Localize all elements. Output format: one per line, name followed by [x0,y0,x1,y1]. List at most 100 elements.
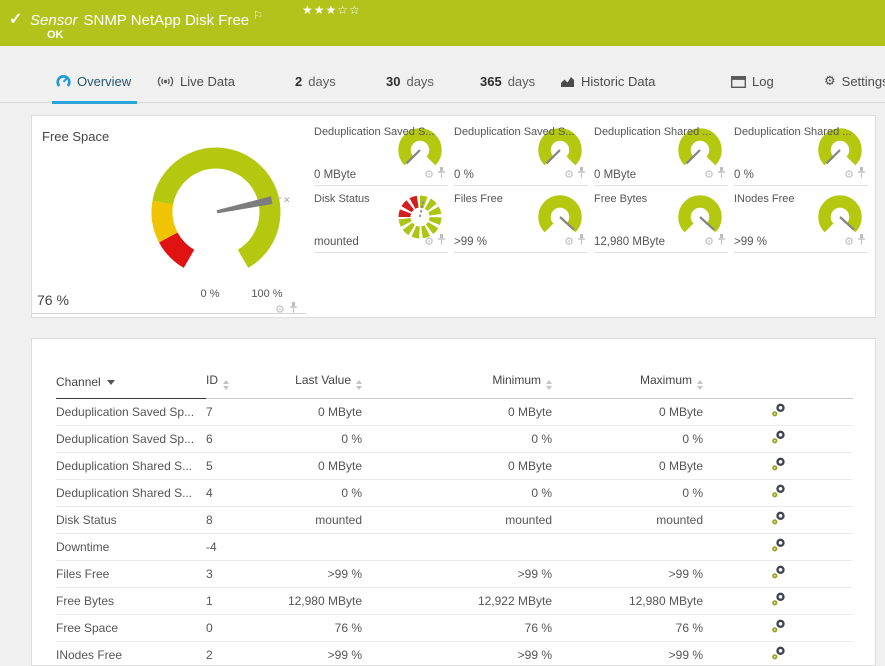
gauge-settings-gear-icon[interactable]: ⚙ [564,169,574,180]
channel-settings-icon[interactable] [771,619,786,637]
channel-maximum: 0 % [552,480,703,507]
column-header-minimum[interactable]: Minimum [362,367,552,399]
channel-name[interactable]: Disk Status [56,507,206,534]
channel-last-value: 12,980 MByte [262,588,362,615]
tab-2-days[interactable]: 2 days [295,60,336,103]
table-row: Downtime -4 [56,534,853,561]
page-title: SNMP NetApp Disk Free [84,12,250,29]
tab-overview[interactable]: Overview [56,60,131,103]
channel-settings-icon[interactable] [771,430,786,448]
channel-name[interactable]: Downtime [56,534,206,561]
channel-last-value: 0 MByte [262,453,362,480]
channel-name[interactable]: Free Space [56,615,206,642]
channel-maximum: 0 MByte [552,453,703,480]
small-gauge-cell: Deduplication Saved S... 0 MByte ⚙ [314,124,448,186]
gauge-pin-icon[interactable] [857,232,866,250]
sort-icon [356,380,362,390]
gear-icon: ⚙ [824,74,836,89]
gauge-settings-gear-icon[interactable]: ⚙ [704,236,714,247]
column-header-channel[interactable]: Channel [56,367,206,399]
column-header-actions [703,367,853,399]
channel-settings-icon[interactable] [771,538,786,556]
channel-settings-icon[interactable] [771,565,786,583]
channel-settings-icon[interactable] [771,484,786,502]
gauge-pin-icon[interactable] [717,165,726,183]
small-gauge-title: Deduplication Saved S... [314,126,434,138]
small-gauge-value: 0 % [454,169,474,181]
table-row: Deduplication Saved Sp... 7 0 MByte 0 MB… [56,399,853,426]
channel-maximum: 76 % [552,615,703,642]
small-gauge-title: INodes Free [734,193,795,205]
table-row: INodes Free 2 >99 % >99 % >99 % [56,642,853,666]
channel-id: 4 [206,480,262,507]
tab-label: Overview [77,74,131,89]
channel-settings-icon[interactable] [771,646,786,664]
tab-365-days[interactable]: 365 days [480,60,535,103]
tab-log[interactable]: Log [731,60,774,103]
tab-live-data[interactable]: Live Data [157,60,235,103]
tab-historic-data[interactable]: Historic Data [560,60,655,103]
tab-30-days[interactable]: 30 days [386,60,434,103]
channel-settings-icon[interactable] [771,511,786,529]
column-header-maximum[interactable]: Maximum [552,367,703,399]
table-row: Deduplication Shared S... 4 0 % 0 % 0 % [56,480,853,507]
column-header-last-value[interactable]: Last Value [262,367,362,399]
column-header-id[interactable]: ID [206,367,262,399]
gauge-pin-icon[interactable] [577,165,586,183]
channel-id: 7 [206,399,262,426]
channel-name[interactable]: Deduplication Shared S... [56,480,206,507]
channel-maximum: >99 % [552,561,703,588]
channel-name[interactable]: Deduplication Saved Sp... [56,399,206,426]
small-gauge-cell: Files Free >99 % ⚙ [454,191,588,253]
gauge-settings-gear-icon[interactable]: ⚙ [564,236,574,247]
tab-number: 2 [295,74,302,89]
channel-settings-icon[interactable] [771,592,786,610]
small-gauge-arc [405,134,436,163]
small-gauge-title: Deduplication Shared ... [594,126,711,138]
channel-name[interactable]: Files Free [56,561,206,588]
channel-maximum: mounted [552,507,703,534]
channel-table: Channel ID Last Value Minimum Maximum De… [56,367,853,666]
small-gauge-cell: Free Bytes 12,980 MByte ⚙ [594,191,728,253]
needle-marker-x: ✕ [283,195,291,205]
gauge-settings-gear-icon[interactable]: ⚙ [844,169,854,180]
small-gauge-arc [545,134,576,163]
small-gauge-arc [825,201,856,229]
channel-id: 2 [206,642,262,666]
channel-minimum: >99 % [362,561,552,588]
tab-bar: Overview Live Data 2 days 30 days 365 da… [0,60,885,103]
tab-settings[interactable]: ⚙ Settings [824,60,885,103]
table-row: Free Bytes 1 12,980 MByte 12,922 MByte 1… [56,588,853,615]
gauge-pin-icon[interactable] [437,232,446,250]
channel-id: 5 [206,453,262,480]
table-row: Deduplication Saved Sp... 6 0 % 0 % 0 % [56,426,853,453]
gauge-pin-icon[interactable] [577,232,586,250]
channel-minimum: 0 MByte [362,399,552,426]
gauge-settings-gear-icon[interactable]: ⚙ [424,236,434,247]
gauge-pin-icon[interactable] [857,165,866,183]
tab-label: Log [752,74,774,89]
channel-name[interactable]: Deduplication Shared S... [56,453,206,480]
primary-gauge: ✕ [136,132,296,292]
cell-divider [32,313,306,314]
gauge-settings-gear-icon[interactable]: ⚙ [424,169,434,180]
gauge-settings-gear-icon[interactable]: ⚙ [704,169,714,180]
channel-id: 0 [206,615,262,642]
channel-settings-icon[interactable] [771,457,786,475]
gauge-pin-icon[interactable] [289,300,298,318]
channel-name[interactable]: INodes Free [56,642,206,666]
flag-icon[interactable]: ⚐ [253,10,263,22]
primary-gauge-value: 76 % [37,292,69,308]
gauge-pin-icon[interactable] [437,165,446,183]
gauge-settings-gear-icon[interactable]: ⚙ [844,236,854,247]
channel-maximum: 0 MByte [552,399,703,426]
channel-name[interactable]: Free Bytes [56,588,206,615]
channel-settings-icon[interactable] [771,403,786,421]
channel-id: 1 [206,588,262,615]
primary-gauge-min-label: 0 % [190,288,230,300]
channel-maximum [552,534,703,561]
channel-name[interactable]: Deduplication Saved Sp... [56,426,206,453]
rating-stars[interactable]: ★★★☆☆ [302,3,361,17]
gauge-pin-icon[interactable] [717,232,726,250]
channel-id: -4 [206,534,262,561]
